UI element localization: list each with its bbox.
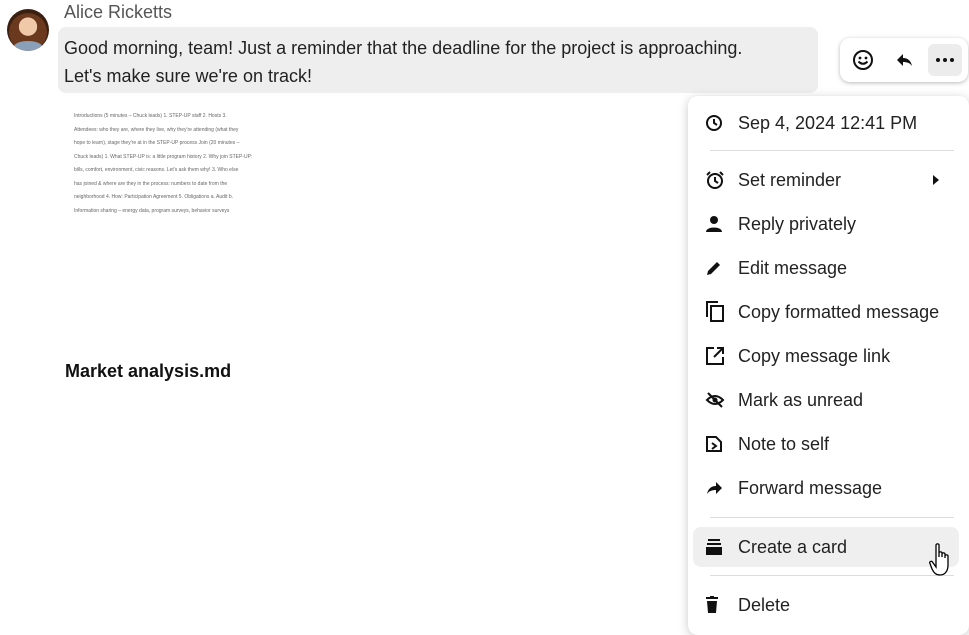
- menu-item-forward[interactable]: Forward message: [693, 468, 959, 508]
- message-author[interactable]: Alice Ricketts: [64, 2, 172, 23]
- menu-item-reply-privately[interactable]: Reply privately: [693, 204, 959, 244]
- hand-cursor-icon: [929, 543, 953, 582]
- reply-icon: [897, 54, 912, 66]
- menu-item-delete[interactable]: Delete: [693, 585, 959, 625]
- doc-preview-line: Chuck leads) 1. What STEP-UP is: a littl…: [74, 153, 253, 160]
- menu-item-mark-unread[interactable]: Mark as unread: [693, 380, 959, 420]
- attachment-name[interactable]: Market analysis.md: [65, 361, 231, 382]
- doc-preview-line: hope to learn), stage they're at in the …: [74, 140, 240, 146]
- document-preview[interactable]: Introductions (5 minutes – Chuck leads) …: [74, 110, 284, 218]
- external-link-icon: [705, 346, 735, 366]
- menu-item-note-to-self[interactable]: Note to self: [693, 424, 959, 464]
- alarm-icon: [705, 170, 735, 190]
- doc-preview-line: Attendees: who they are, where they live…: [74, 126, 239, 133]
- forward-icon: [705, 480, 735, 496]
- reply-button[interactable]: [888, 44, 922, 76]
- doc-preview-line: Introductions (5 minutes – Chuck leads) …: [74, 113, 227, 119]
- more-actions-button[interactable]: [928, 44, 962, 76]
- menu-item-label: Sep 4, 2024 12:41 PM: [738, 112, 918, 133]
- note-icon: [705, 435, 735, 453]
- person-icon: [705, 215, 735, 233]
- menu-item-label: Create a card: [738, 536, 848, 557]
- doc-preview-line: Information sharing – energy data, progr…: [74, 207, 230, 214]
- eye-off-icon: [705, 391, 735, 409]
- menu-item-label: Reply privately: [738, 213, 857, 234]
- message-text: Good morning, team! Just a reminder that…: [64, 34, 834, 90]
- menu-divider: [710, 517, 954, 518]
- menu-divider: [710, 575, 954, 576]
- message-actions-toolbar: [840, 38, 968, 82]
- menu-item-label: Mark as unread: [738, 389, 864, 410]
- doc-preview-line: bills, comfort, environment, civic reaso…: [74, 167, 239, 173]
- message-text-line-1: Good morning, team! Just a reminder that…: [64, 38, 743, 58]
- menu-item-label: Forward message: [738, 477, 883, 498]
- clock-icon: [705, 114, 735, 132]
- menu-item-edit-message[interactable]: Edit message: [693, 248, 959, 288]
- copy-icon: [705, 301, 735, 323]
- trash-icon: [705, 596, 735, 614]
- pencil-icon: [705, 259, 735, 277]
- doc-preview-line: neighborhood 4. How: Participation Agree…: [74, 194, 233, 200]
- menu-item-label: Note to self: [738, 433, 830, 454]
- menu-item-set-reminder[interactable]: Set reminder: [693, 160, 959, 200]
- menu-item-label: Copy formatted message: [738, 301, 940, 322]
- react-button[interactable]: [846, 44, 880, 76]
- menu-item-copy-link[interactable]: Copy message link: [693, 336, 959, 376]
- menu-divider: [710, 150, 954, 151]
- menu-item-label: Edit message: [738, 257, 848, 278]
- more-icon: [936, 58, 954, 62]
- smiley-icon: [853, 50, 873, 70]
- message-text-line-2: Let's make sure we're on track!: [64, 66, 312, 86]
- doc-preview-line: has joined & where are they in the proce…: [74, 180, 228, 187]
- submenu-arrow-icon: [933, 175, 939, 185]
- message-context-menu: Sep 4, 2024 12:41 PM Set reminder Reply …: [688, 96, 969, 635]
- avatar[interactable]: [7, 9, 49, 51]
- menu-item-copy-formatted[interactable]: Copy formatted message: [693, 292, 959, 332]
- menu-item-label: Delete: [738, 594, 791, 615]
- menu-item-label: Set reminder: [738, 169, 842, 190]
- menu-item-create-card[interactable]: Create a card: [693, 527, 959, 567]
- menu-item-timestamp[interactable]: Sep 4, 2024 12:41 PM: [693, 103, 959, 143]
- menu-item-label: Copy message link: [738, 345, 891, 366]
- card-stack-icon: [705, 538, 735, 556]
